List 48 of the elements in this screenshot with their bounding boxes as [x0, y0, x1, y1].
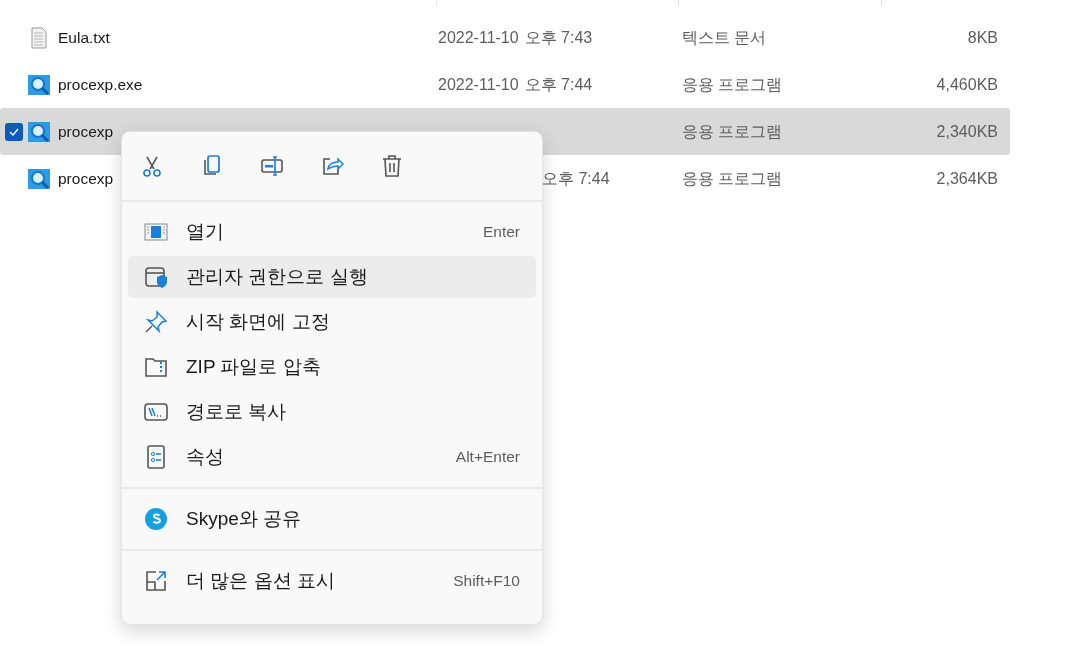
rename-button[interactable] [260, 153, 284, 179]
magnifier-app-icon [28, 120, 50, 143]
menu-item[interactable]: 관리자 권한으로 실행 [128, 256, 536, 298]
expand-icon [144, 569, 168, 593]
menu-item[interactable]: 더 많은 옵션 표시 Shift+F10 [128, 560, 536, 602]
file-name: procexp.exe [58, 75, 143, 93]
file-time: 오후 7:44 [542, 168, 610, 189]
shortcut-text: Enter [482, 222, 520, 243]
shortcut-text: Alt+Enter [455, 447, 520, 468]
file-date: 2022-11-10 [438, 27, 519, 48]
shield-window-icon [144, 265, 168, 289]
file-type: 응용 프로그램 [682, 75, 783, 93]
skype-icon [144, 507, 168, 531]
delete-button[interactable] [380, 153, 404, 179]
menu-item[interactable]: ZIP 파일로 압축 [128, 346, 536, 388]
menu-item[interactable]: 속성 Alt+Enter [128, 436, 536, 478]
magnifier-app-icon [28, 167, 50, 190]
pin-icon [144, 310, 168, 334]
magnifier-app-icon [28, 73, 50, 96]
file-type: 응용 프로그램 [682, 169, 783, 187]
file-row[interactable]: procexp 오후 7:44 응용 프로그램 2,364KB [0, 155, 1010, 202]
file-size: 4,460KB [936, 75, 998, 93]
file-size: 8KB [967, 28, 998, 46]
file-type: 응용 프로그램 [682, 122, 783, 140]
file-size: 2,340KB [936, 122, 998, 140]
document-icon [28, 26, 50, 49]
file-date: 2022-11-10 [438, 74, 519, 95]
file-time: 오후 7:44 [524, 74, 593, 95]
file-name: procexp [58, 169, 114, 187]
file-time: 오후 7:43 [524, 27, 593, 48]
properties-icon [144, 445, 168, 469]
zip-folder-icon [144, 355, 168, 379]
menu-item[interactable]: 시작 화면에 고정 [128, 301, 536, 343]
window-icon [144, 220, 168, 244]
checkbox[interactable] [5, 122, 23, 141]
menu-item[interactable]: 경로로 복사 [128, 391, 536, 433]
file-row[interactable]: procexp.exe 2022-11-10 오후 7:44 응용 프로그램 4,460KB [0, 61, 1010, 108]
delete-icon [380, 153, 404, 179]
file-type: 텍스트 문서 [682, 28, 767, 46]
file-row[interactable]: Eula.txt 2022-11-10 오후 7:43 텍스트 문서 8KB [0, 14, 1010, 61]
menu-item[interactable]: Skype와 공유 [128, 498, 536, 540]
file-size: 2,364KB [936, 169, 998, 187]
menu-item[interactable]: 열기 Enter [128, 211, 536, 253]
file-name: Eula.txt [58, 28, 110, 46]
path-icon [144, 400, 168, 424]
file-name: procexp [58, 122, 114, 140]
shortcut-text: Shift+F10 [453, 571, 520, 592]
rename-icon [260, 153, 284, 179]
